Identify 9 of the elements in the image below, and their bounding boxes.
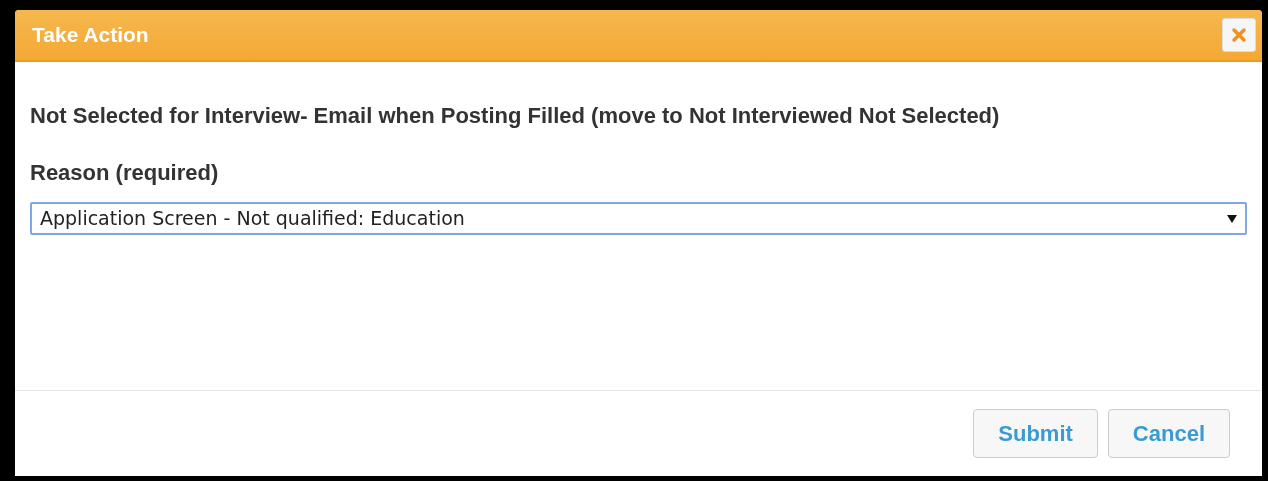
- close-button[interactable]: [1222, 18, 1256, 52]
- caret-icon: [1227, 214, 1237, 223]
- reason-label: Reason (required): [30, 159, 220, 187]
- submit-button[interactable]: Submit: [973, 409, 1098, 458]
- close-icon: [1231, 27, 1247, 43]
- cancel-button[interactable]: Cancel: [1107, 409, 1230, 458]
- reason-select[interactable]: Application Screen - Not qualified: Education: [30, 202, 1247, 235]
- dialog-title: Take Action: [32, 22, 149, 49]
- action-heading: Not Selected for Interview- Email when Posting Filled (move to Not Interviewed Not Selected): [30, 102, 1001, 130]
